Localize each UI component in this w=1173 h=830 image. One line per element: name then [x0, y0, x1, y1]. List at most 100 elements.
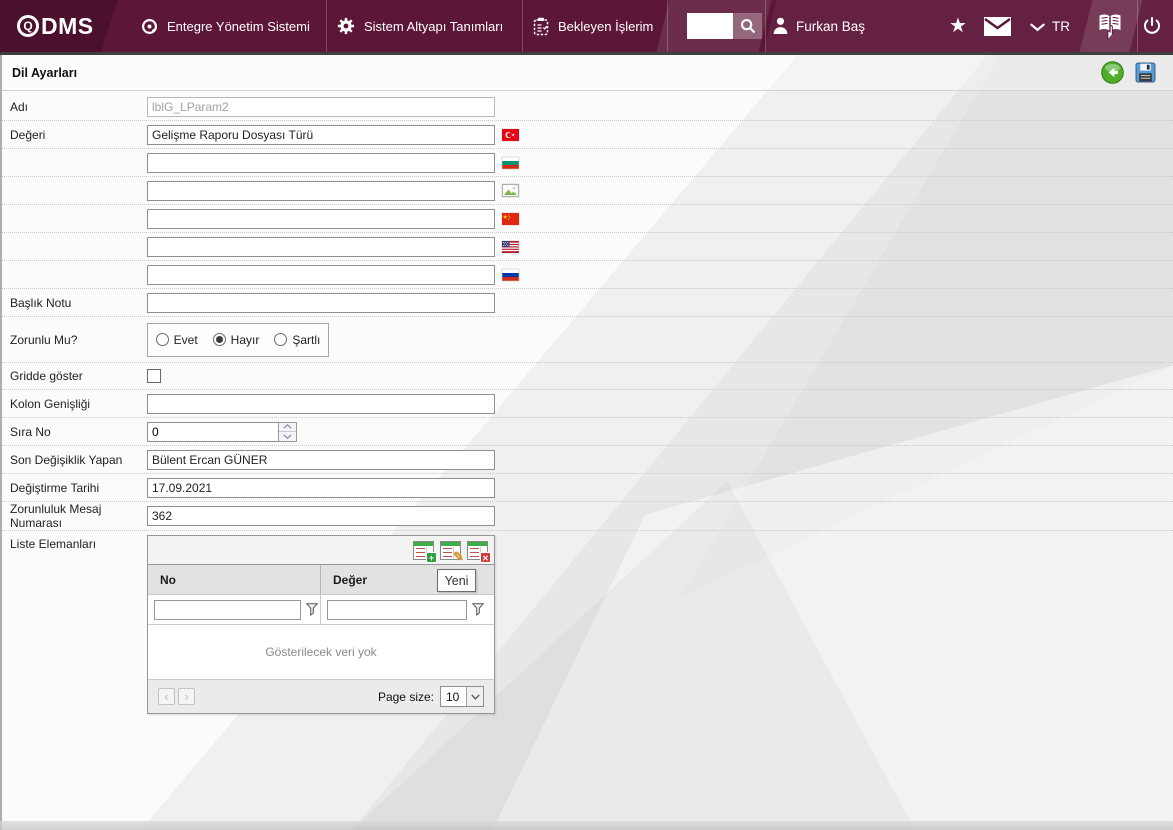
- form-row-translation-cn: [2, 205, 1173, 233]
- degeri-input-unknown[interactable]: [147, 180, 495, 201]
- russia-flag-icon: [502, 268, 519, 281]
- form-row-son-degisiklik-yapan: Son Değişiklik Yapan: [2, 446, 1173, 474]
- degeri-input-bg[interactable]: [147, 152, 495, 173]
- degistirme-tarihi-input[interactable]: [147, 477, 495, 498]
- dil-ayarlari-form: Adı Değeri: [2, 91, 1173, 724]
- user-icon: [772, 16, 789, 35]
- kolon-genisligi-input[interactable]: [147, 393, 495, 414]
- grid-empty-message: Gösterilecek veri yok: [148, 624, 494, 679]
- power-logout-icon[interactable]: [1142, 16, 1162, 36]
- gear-icon: [337, 17, 355, 35]
- filter-deger-input[interactable]: [327, 599, 467, 620]
- navbar-bottom-strip: [0, 52, 1173, 55]
- page-content: Dil Ayarları Adı lblG_LParam2 Değeri Gel…: [0, 55, 1173, 830]
- language-selector[interactable]: TR: [1052, 0, 1070, 52]
- grid-filter-row: [148, 594, 494, 624]
- zorunluluk-mesaj-numarasi-label: Zorunluluk Mesaj Numarası: [10, 502, 102, 530]
- qdms-logo[interactable]: Q DMS: [0, 0, 118, 52]
- kolon-genisligi-label: Kolon Genişliği: [10, 396, 91, 411]
- gridde-goster-checkbox[interactable]: [147, 369, 161, 383]
- degeri-input-cn[interactable]: [147, 208, 495, 229]
- filter-funnel-icon[interactable]: [472, 603, 484, 616]
- usa-flag-icon: [502, 240, 519, 253]
- mail-icon[interactable]: [984, 17, 1011, 36]
- son-degisiklik-yapan-label: Son Değişiklik Yapan: [10, 452, 123, 467]
- help-book-icon[interactable]: [1095, 12, 1125, 40]
- grid-toolbar: [148, 536, 494, 564]
- navbar-separator: [522, 0, 523, 52]
- spin-up-icon[interactable]: [279, 423, 296, 432]
- degeri-input-tr[interactable]: [147, 124, 495, 145]
- menu-sistem-altyapi-tanimlari[interactable]: Sistem Altyapı Tanımları: [337, 0, 503, 52]
- baslik-notu-input[interactable]: [147, 292, 495, 313]
- broken-image-icon: [502, 184, 519, 197]
- filter-no-input[interactable]: [154, 599, 301, 620]
- form-row-zorunlu-mu: Zorunlu Mu? Evet Hayır Şartlı: [2, 317, 1173, 363]
- zorunlu-radio-group: Evet Hayır Şartlı: [147, 322, 329, 357]
- form-row-degistirme-tarihi: Değiştirme Tarihi: [2, 474, 1173, 502]
- grid-edit-row-icon[interactable]: [440, 540, 461, 560]
- menu-label: Entegre Yönetim Sistemi: [167, 18, 310, 34]
- menu-bekleyen-islerim[interactable]: Bekleyen İşlerim: [533, 0, 653, 52]
- form-row-gridde-goster: Gridde göster: [2, 363, 1173, 390]
- form-row-liste-elemanlari: Liste Elemanları No Değer: [2, 531, 1173, 724]
- spin-down-icon[interactable]: [279, 431, 296, 441]
- grid-delete-row-icon[interactable]: [467, 540, 491, 563]
- back-arrow-icon: [1101, 61, 1124, 84]
- pager-next-icon[interactable]: ›: [178, 688, 195, 705]
- chevron-down-icon[interactable]: [1030, 23, 1045, 32]
- radio-circle: [155, 333, 169, 346]
- sira-no-input[interactable]: [148, 422, 279, 441]
- degeri-input-us[interactable]: [147, 236, 495, 257]
- user-name[interactable]: Furkan Baş: [796, 0, 865, 52]
- save-button[interactable]: [1135, 62, 1156, 83]
- china-flag-icon: [502, 212, 519, 225]
- pager-prev-icon[interactable]: ‹: [158, 688, 175, 705]
- baslik-notu-label: Başlık Notu: [10, 295, 72, 310]
- filter-funnel-icon[interactable]: [306, 603, 318, 616]
- form-row-sira-no: Sıra No: [2, 418, 1173, 446]
- son-degisiklik-yapan-input[interactable]: [147, 449, 495, 470]
- form-row-kolon-genisligi: Kolon Genişliği: [2, 390, 1173, 418]
- page-title: Dil Ayarları: [12, 65, 78, 80]
- grid-add-row-icon[interactable]: [413, 540, 437, 563]
- radio-evet[interactable]: Evet: [155, 333, 198, 347]
- menu-entegre-yonetim-sistemi[interactable]: Entegre Yönetim Sistemi: [141, 0, 310, 52]
- radio-sartli[interactable]: Şartlı: [274, 333, 320, 347]
- form-row-adi: Adı: [2, 93, 1173, 121]
- liste-elemanlari-grid: No Değer Gösterilecek veri: [147, 535, 495, 714]
- bottom-edge-strip: [0, 821, 1173, 830]
- sira-no-stepper: [278, 421, 297, 442]
- liste-elemanlari-label: Liste Elemanları: [10, 537, 97, 551]
- qdms-logo-q-icon: Q: [17, 15, 39, 37]
- turkey-flag-icon: [502, 128, 519, 141]
- form-row-zorunluluk-mesaj-numarasi: Zorunluluk Mesaj Numarası: [2, 502, 1173, 531]
- menu-label: Sistem Altyapı Tanımları: [364, 18, 504, 34]
- favorites-star-icon[interactable]: ★: [949, 0, 967, 52]
- navbar-search-button[interactable]: [733, 13, 762, 39]
- form-row-translation-ru: [2, 261, 1173, 289]
- navbar-separator: [1137, 0, 1138, 52]
- radio-circle: [274, 333, 288, 346]
- grid-pager: ‹ › Page size: 10: [148, 679, 494, 713]
- menu-label: Bekleyen İşlerim: [558, 18, 654, 34]
- navbar-search-input[interactable]: [687, 13, 733, 39]
- sira-no-label: Sıra No: [10, 424, 51, 439]
- gridde-goster-label: Gridde göster: [10, 369, 83, 383]
- form-row-baslik-notu: Başlık Notu: [2, 289, 1173, 317]
- navbar-separator: [667, 0, 668, 52]
- page-size-select[interactable]: 10: [440, 686, 484, 707]
- radio-hayir[interactable]: Hayır: [212, 333, 259, 347]
- bulgaria-flag-icon: [502, 156, 519, 169]
- adi-label: Adı: [10, 99, 29, 114]
- column-header-no[interactable]: No: [148, 565, 320, 594]
- degeri-input-ru[interactable]: [147, 264, 495, 285]
- back-button[interactable]: [1101, 61, 1124, 84]
- adi-input: [147, 96, 495, 117]
- tasks-clipboard-icon: [533, 17, 549, 35]
- top-navbar: Q DMS Entegre Yönetim Sistemi Sistem Alt…: [0, 0, 1173, 52]
- zorunluluk-mesaj-numarasi-input[interactable]: [147, 506, 495, 526]
- yeni-tooltip: Yeni: [437, 569, 476, 592]
- navbar-separator: [765, 0, 766, 52]
- search-icon: [740, 18, 755, 34]
